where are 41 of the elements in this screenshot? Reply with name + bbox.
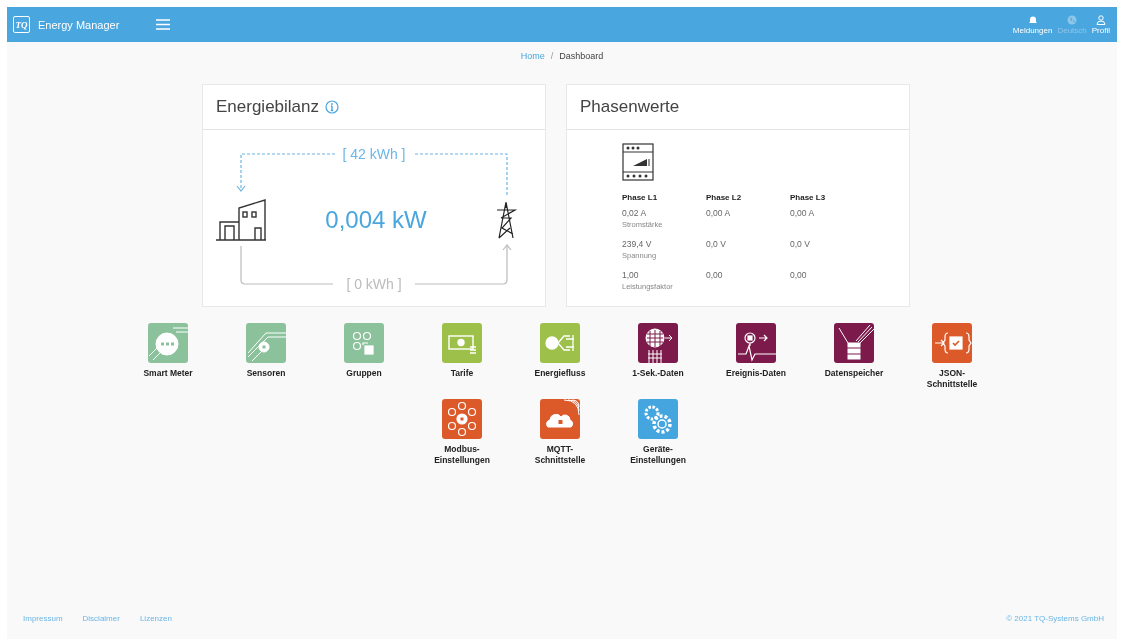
card-title: Phasenwerte: [580, 97, 680, 117]
dashboard-tile[interactable]: Modbus- Einstellungen: [413, 399, 511, 466]
dashboard-tile[interactable]: JSON- Schnittstelle: [903, 323, 1001, 390]
dashboard-tile[interactable]: Sensoren: [217, 323, 315, 390]
table-cell-text: 1,00: [622, 270, 640, 280]
breadcrumb-current: Dashboard: [559, 51, 604, 61]
breadcrumb-separator: /: [550, 51, 554, 61]
column-header: Phase L1: [622, 193, 659, 202]
card-title: Energiebilanz: [216, 97, 319, 117]
dashboard-tile[interactable]: Energiefluss: [511, 323, 609, 390]
dashboard-tile[interactable]: Datenspeicher: [805, 323, 903, 390]
table-cell-text: 0,00 A: [790, 208, 816, 218]
dashboard-tile[interactable]: Tarife: [413, 323, 511, 390]
power-value: 0,004 kW: [325, 206, 427, 234]
table-cell-text: 0,0 V: [790, 239, 811, 249]
import-energy: [ 42 kWh ]: [342, 146, 406, 162]
table-cell-text: 0,0 V: [706, 239, 727, 249]
info-icon[interactable]: [325, 100, 339, 114]
globe-icon: [1067, 14, 1078, 25]
table-cell-text: 0,00: [706, 270, 724, 280]
table-cell-text: 0,02 A: [622, 208, 648, 218]
dashboard-tile[interactable]: Smart Meter: [119, 323, 217, 390]
power-pylon-icon: [496, 201, 518, 239]
dashboard-tile[interactable]: Gruppen: [315, 323, 413, 390]
table-cell-text: 239,4 V: [622, 239, 653, 249]
dashboard-tile[interactable]: MQTT- Schnittstelle: [511, 399, 609, 466]
export-energy: [ 0 kWh ]: [346, 276, 402, 292]
menu-icon[interactable]: [156, 19, 171, 30]
dashboard-tile[interactable]: Ereignis-Daten: [707, 323, 805, 390]
column-header: Phase L3: [790, 193, 827, 202]
table-cell-text: 0,00 A: [706, 208, 732, 218]
house-icon: [215, 199, 267, 241]
bell-icon: [1027, 14, 1038, 25]
table-cell-text: 0,00: [790, 270, 808, 280]
copyright: © 2021 TQ-Systems GmbH: [1006, 614, 1104, 623]
column-header: Phase L2: [706, 193, 743, 202]
meter-icon: [622, 143, 654, 181]
user-icon: [1095, 14, 1106, 25]
app-title: Energy Manager: [38, 18, 120, 31]
dashboard-tile[interactable]: 1-Sek.-Daten: [609, 323, 707, 390]
dashboard-tile[interactable]: Geräte- Einstellungen: [609, 399, 707, 466]
